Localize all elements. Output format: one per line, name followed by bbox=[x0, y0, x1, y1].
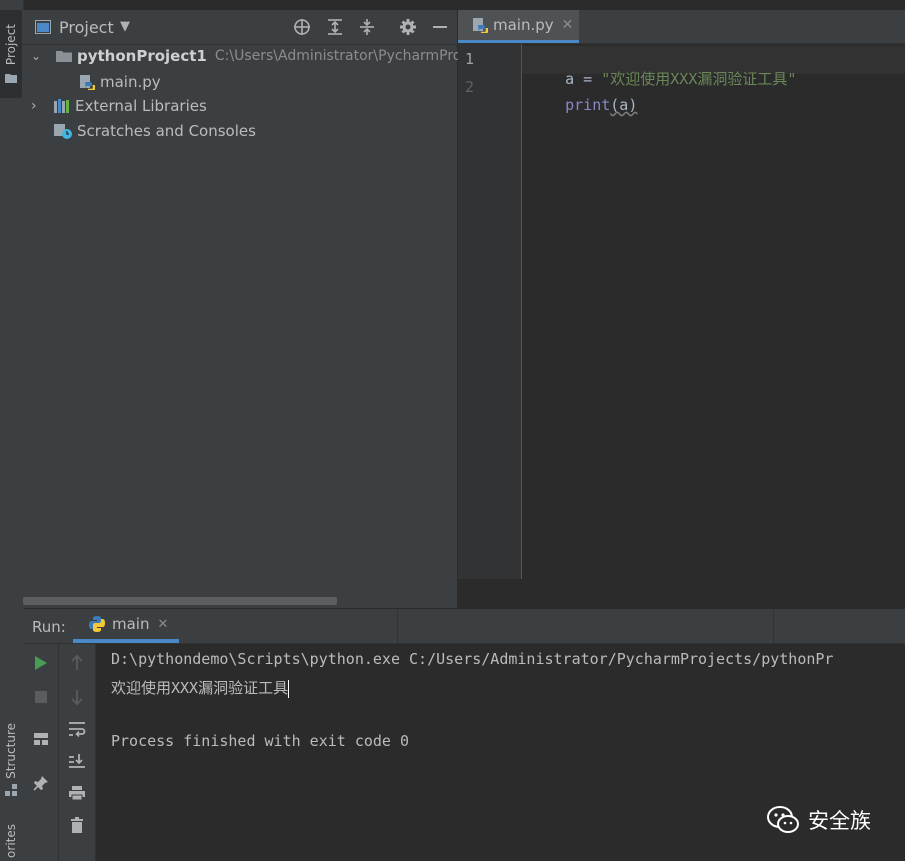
chevron-down-icon[interactable]: ▼ bbox=[120, 19, 130, 34]
collapse-all-icon[interactable] bbox=[357, 17, 377, 37]
favorites-tool-tab-label: orites bbox=[4, 823, 18, 858]
close-icon[interactable]: ✕ bbox=[562, 17, 574, 33]
soft-wrap-button[interactable] bbox=[64, 716, 90, 742]
run-tab-label: main bbox=[112, 615, 150, 633]
tree-item-main-py[interactable]: main.py bbox=[79, 70, 161, 94]
structure-tool-tab[interactable]: Structure bbox=[0, 715, 22, 805]
project-root-name: pythonProject1 bbox=[77, 47, 207, 65]
stop-button[interactable] bbox=[28, 684, 54, 710]
structure-icon bbox=[5, 783, 17, 796]
project-view-icon bbox=[35, 20, 51, 34]
python-file-icon bbox=[80, 75, 95, 90]
code-line[interactable]: print(a) bbox=[529, 78, 637, 132]
favorites-tool-tab[interactable]: orites bbox=[0, 820, 22, 861]
text-cursor bbox=[288, 679, 290, 698]
tree-item-label: External Libraries bbox=[75, 97, 207, 115]
header-divider bbox=[773, 609, 774, 643]
editor-tab-bar: main.py ✕ bbox=[458, 10, 905, 44]
line-number: 2 bbox=[465, 78, 475, 96]
horizontal-scrollbar[interactable] bbox=[23, 597, 337, 605]
expand-all-icon[interactable] bbox=[325, 17, 345, 37]
gear-icon[interactable] bbox=[398, 17, 418, 37]
console-line-exit: Process finished with exit code 0 bbox=[111, 732, 410, 750]
rerun-button[interactable] bbox=[28, 650, 54, 676]
python-icon bbox=[89, 616, 105, 632]
python-file-icon bbox=[473, 18, 488, 33]
project-tool-tab-label: Project bbox=[4, 24, 18, 66]
run-toolbar-primary bbox=[23, 644, 59, 861]
pin-button[interactable] bbox=[28, 770, 54, 796]
run-label: Run: bbox=[32, 618, 66, 636]
trash-icon bbox=[71, 817, 83, 833]
play-icon bbox=[35, 656, 47, 670]
locate-icon[interactable] bbox=[292, 17, 312, 37]
arrow-up-icon bbox=[71, 655, 83, 670]
code-args: (a) bbox=[610, 96, 638, 114]
run-tab-main[interactable]: main ✕ bbox=[73, 609, 179, 643]
console-output-text: 欢迎使用XXX漏洞验证工具 bbox=[111, 679, 289, 697]
project-tool-tab[interactable]: Project bbox=[0, 10, 22, 98]
folder-icon bbox=[5, 73, 17, 83]
project-view-selector[interactable]: Project bbox=[59, 18, 114, 37]
wechat-icon bbox=[767, 806, 799, 833]
tree-item-label: Scratches and Consoles bbox=[77, 122, 256, 140]
pin-icon bbox=[33, 776, 48, 791]
structure-tool-tab-label: Structure bbox=[4, 723, 18, 779]
tree-item-project-root[interactable]: ⌄ pythonProject1 C:\Users\Administrator\… bbox=[31, 44, 461, 68]
stop-icon bbox=[35, 691, 47, 703]
left-tool-strip: Project Structure orites bbox=[0, 0, 24, 861]
chevron-right-icon[interactable]: › bbox=[31, 98, 47, 114]
clear-button[interactable] bbox=[64, 812, 90, 838]
project-panel: Project ▼ ⌄ pythonProject1 C:\Users\Admi… bbox=[23, 10, 461, 608]
project-root-path: C:\Users\Administrator\PycharmPro bbox=[214, 48, 462, 64]
console-line-command: D:\pythondemo\Scripts\python.exe C:/User… bbox=[111, 650, 834, 668]
line-number-gutter: 1 2 bbox=[458, 44, 522, 579]
tree-item-scratches[interactable]: Scratches and Consoles bbox=[53, 119, 256, 143]
soft-wrap-icon bbox=[69, 722, 86, 737]
up-button[interactable] bbox=[64, 650, 90, 676]
print-button[interactable] bbox=[64, 780, 90, 806]
run-panel-header: Run: main ✕ bbox=[23, 609, 905, 644]
print-icon bbox=[69, 786, 85, 801]
scratches-icon bbox=[54, 124, 72, 139]
folder-icon bbox=[56, 51, 72, 62]
console-line-output: 欢迎使用XXX漏洞验证工具 bbox=[111, 677, 290, 698]
code-builtin: print bbox=[565, 96, 611, 114]
editor-tab-main-py[interactable]: main.py ✕ bbox=[458, 10, 579, 43]
library-icon bbox=[54, 99, 69, 113]
scroll-to-end-button[interactable] bbox=[64, 748, 90, 774]
header-divider bbox=[397, 609, 398, 643]
line-number: 1 bbox=[465, 50, 475, 68]
editor-tab-label: main.py bbox=[493, 16, 554, 34]
watermark-text: 安全族 bbox=[808, 809, 871, 833]
arrow-down-icon bbox=[71, 690, 83, 705]
down-button[interactable] bbox=[64, 684, 90, 710]
chevron-down-icon[interactable]: ⌄ bbox=[31, 49, 47, 63]
run-toolbar-secondary bbox=[59, 644, 96, 861]
editor: main.py ✕ 1 2 a = "欢迎使用XXX漏洞验证工具" print(… bbox=[458, 10, 905, 608]
layout-icon bbox=[34, 733, 48, 745]
scroll-to-end-icon bbox=[69, 754, 85, 768]
project-panel-header: Project ▼ bbox=[23, 10, 457, 45]
layout-button[interactable] bbox=[28, 726, 54, 752]
hide-panel-icon[interactable] bbox=[430, 17, 450, 37]
watermark: 安全族 bbox=[766, 805, 871, 835]
tree-item-external-libraries[interactable]: › External Libraries bbox=[31, 94, 207, 118]
tree-item-label: main.py bbox=[100, 73, 161, 91]
close-icon[interactable]: ✕ bbox=[157, 617, 168, 632]
